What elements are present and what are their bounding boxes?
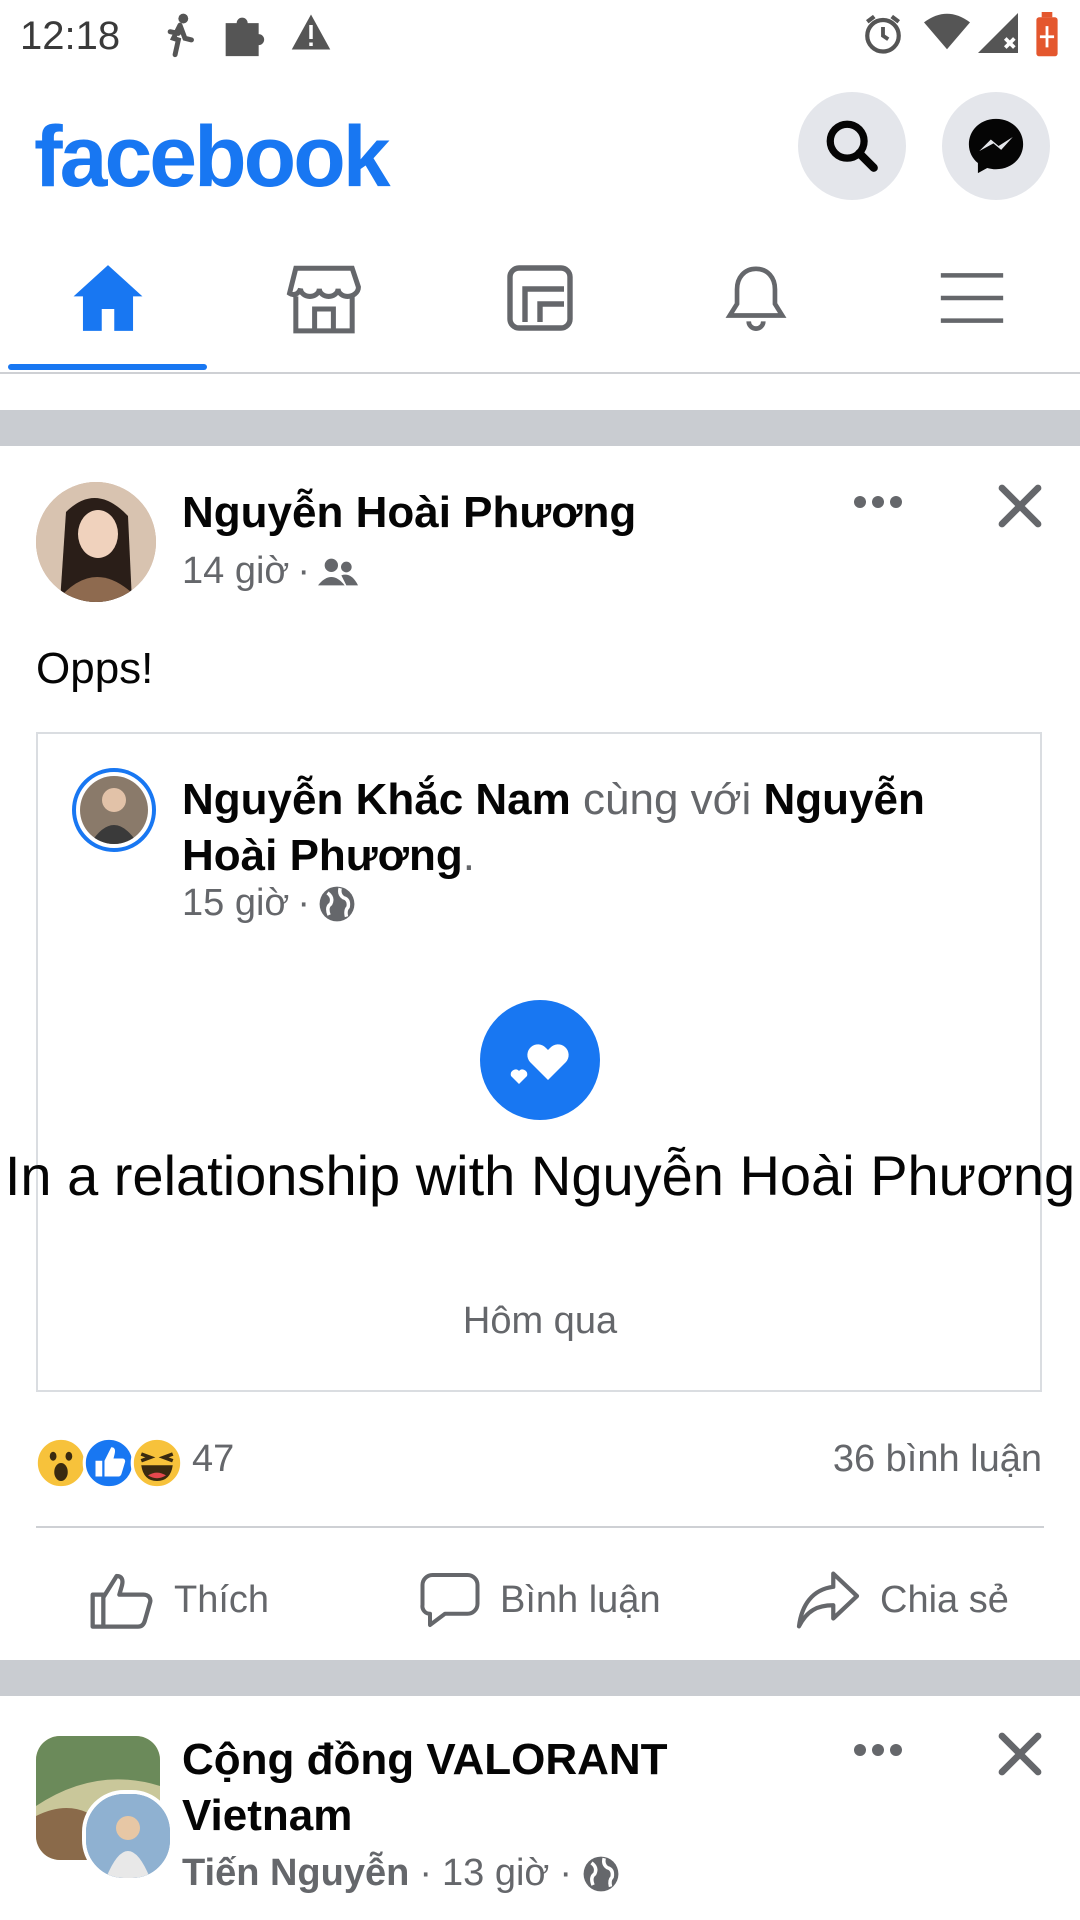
comment-label: Bình luận: [500, 1578, 661, 1621]
more-options-icon[interactable]: [852, 494, 904, 510]
feed-separator: [0, 410, 1080, 446]
battery-icon: [1036, 12, 1058, 57]
tab-home[interactable]: [0, 224, 216, 372]
friends-icon: [317, 558, 358, 585]
tab-feeds[interactable]: [432, 224, 648, 372]
shared-time[interactable]: 15 giờ: [182, 882, 289, 925]
feed-separator: [0, 1660, 1080, 1696]
feeds-icon: [507, 265, 573, 331]
status-time: 12:18: [20, 14, 121, 58]
shared-avatar-photo: [80, 776, 148, 844]
meta-separator: ·: [559, 1852, 572, 1894]
menu-icon: [940, 273, 1004, 323]
post-meta: Tiến Nguyễn · 13 giờ ·: [182, 1852, 620, 1895]
tab-marketplace[interactable]: [216, 224, 432, 372]
tab-notifications[interactable]: [648, 224, 864, 372]
meta-separator: ·: [297, 882, 310, 924]
reaction-icons[interactable]: [34, 1436, 194, 1490]
poster-avatar-photo: [86, 1794, 170, 1878]
home-icon: [73, 265, 143, 331]
life-event-title: In a relationship with Nguyễn Hoài Phươn…: [4, 1144, 1076, 1207]
with-text: cùng với: [583, 775, 752, 824]
alarm-icon: [865, 14, 901, 54]
shared-header: Nguyễn Khắc Nam cùng với Nguyễn Hoài Phư…: [182, 772, 1002, 884]
globe-icon: [583, 1856, 619, 1891]
post-meta: 14 giờ ·: [182, 550, 358, 593]
globe-icon: [319, 886, 355, 921]
author-avatar[interactable]: [36, 482, 156, 602]
actions-divider: [36, 1526, 1044, 1528]
author-name[interactable]: Nguyễn Hoài Phương: [182, 488, 636, 538]
facebook-logo[interactable]: facebook: [34, 108, 391, 207]
wow-reaction-icon: [34, 1436, 88, 1490]
tab-bar: [0, 224, 1080, 374]
puzzle-icon: [225, 17, 265, 57]
close-icon[interactable]: [996, 1730, 1044, 1778]
comment-icon: [420, 1573, 480, 1627]
active-tab-indicator: [8, 364, 207, 370]
like-label: Thích: [174, 1578, 270, 1621]
signal-icon: [978, 13, 1018, 53]
shared-meta: 15 giờ ·: [182, 882, 356, 925]
meta-separator: ·: [297, 550, 310, 592]
share-icon: [796, 1571, 860, 1629]
post-text: Opps!: [36, 644, 154, 693]
tab-menu[interactable]: [864, 224, 1080, 372]
like-reaction-icon: [82, 1436, 136, 1490]
messenger-button[interactable]: [942, 92, 1050, 200]
shared-author-avatar[interactable]: [72, 768, 156, 852]
walking-icon: [167, 13, 194, 58]
share-label: Chia sẻ: [880, 1578, 1009, 1621]
share-button[interactable]: Chia sẻ: [796, 1560, 1009, 1640]
wifi-icon: [924, 13, 970, 50]
meta-separator: ·: [419, 1852, 432, 1894]
messenger-icon: [968, 118, 1024, 174]
shared-author-name[interactable]: Nguyễn Khắc Nam: [182, 775, 571, 824]
poster-name[interactable]: Tiến Nguyễn: [182, 1852, 409, 1895]
hearts-icon: [510, 1044, 569, 1084]
shared-post-card[interactable]: Nguyễn Khắc Nam cùng với Nguyễn Hoài Phư…: [36, 732, 1042, 1392]
haha-reaction-icon: [130, 1436, 184, 1490]
bell-icon: [725, 266, 787, 331]
shared-header-period: .: [462, 831, 475, 880]
post-time[interactable]: 13 giờ: [442, 1852, 549, 1895]
post-card: Cộng đồng VALORANT Vietnam Tiến Nguyễn ·…: [0, 1696, 1080, 1920]
top-header: facebook: [0, 74, 1080, 224]
search-icon: [826, 120, 878, 172]
post-time[interactable]: 14 giờ: [182, 550, 289, 593]
search-button[interactable]: [798, 92, 906, 200]
poster-avatar[interactable]: [82, 1790, 174, 1882]
comment-button[interactable]: Bình luận: [420, 1560, 661, 1640]
thumbs-up-icon: [90, 1573, 153, 1629]
reactions-count[interactable]: 47: [192, 1438, 234, 1481]
relationship-badge: [480, 1000, 600, 1120]
comments-count[interactable]: 36 bình luận: [833, 1438, 1042, 1481]
store-icon: [286, 265, 361, 334]
life-event-date: Hôm qua: [462, 1300, 618, 1342]
close-icon[interactable]: [996, 482, 1044, 530]
status-bar: 12:18: [0, 0, 1080, 74]
group-name[interactable]: Cộng đồng VALORANT Vietnam: [182, 1732, 782, 1844]
more-options-icon[interactable]: [852, 1742, 904, 1758]
avatar-photo: [36, 482, 156, 602]
like-button[interactable]: Thích: [90, 1560, 269, 1640]
warning-icon: [291, 14, 331, 50]
